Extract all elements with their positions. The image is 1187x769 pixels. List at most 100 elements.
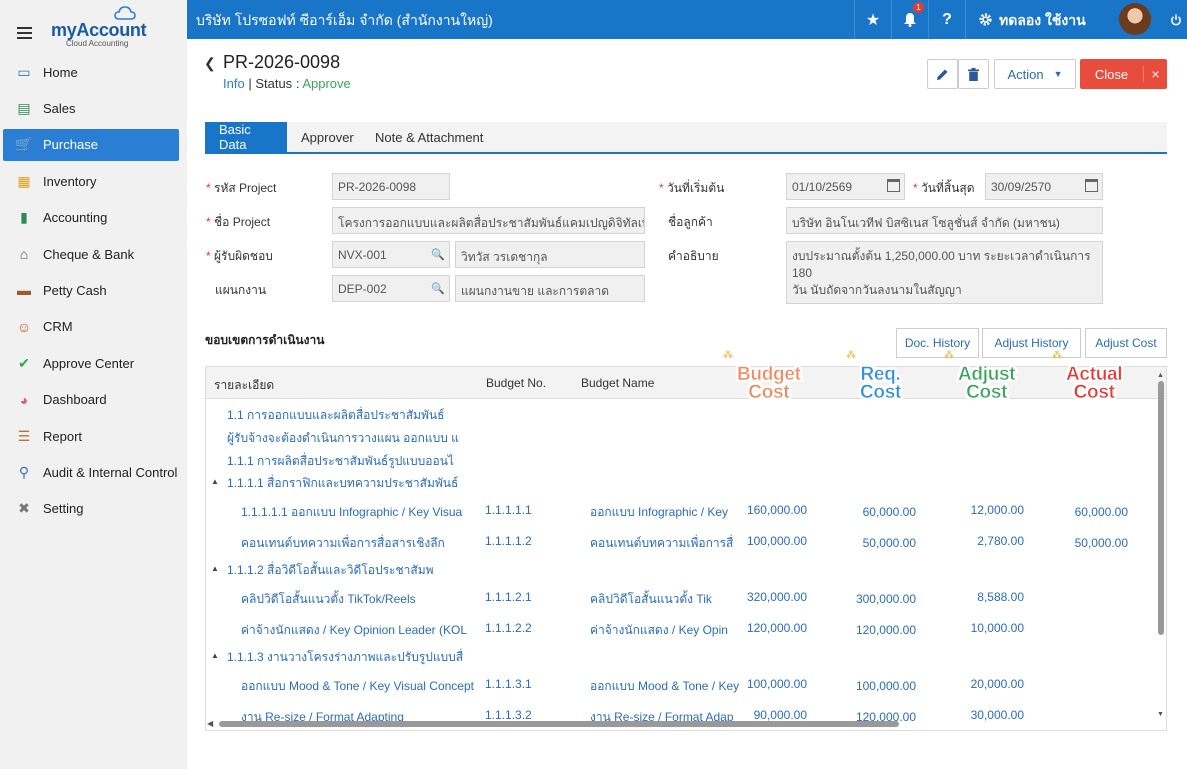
vertical-scrollbar[interactable]: ▲ ▼ <box>1157 372 1165 720</box>
sidebar-item-dashboard[interactable]: ◕ Dashboard <box>3 384 179 416</box>
start-date-field[interactable]: 01/10/2569 <box>786 173 905 200</box>
collapse-triangle-icon[interactable]: ▲ <box>211 477 219 486</box>
row-detail[interactable]: ค่าจ้างนักแสดง / Key Opinion Leader (KOL <box>241 621 467 640</box>
sidebar-item-petty-cash[interactable]: ▬ Petty Cash <box>3 274 179 306</box>
app-root: myAccount Cloud Accounting ▭ Home ▤ Sales 🛒 P… <box>0 0 1187 769</box>
group-row[interactable]: 1.1 การออกแบบและผลิตสื่อประชาสัมพันธ์ <box>227 406 444 425</box>
section-row[interactable]: 1.1.1.1 สื่อกราฟิกและบทความประชาสัมพันธ์ <box>227 474 458 493</box>
row-budget-no: 1.1.1.2.2 <box>485 621 532 635</box>
row-budget-name: คลิปวิดีโอสั้นแนวตั้ง Tik <box>590 592 712 606</box>
tab-approver[interactable]: Approver <box>287 122 368 152</box>
end-date-field[interactable]: 30/09/2570 <box>985 173 1103 200</box>
calendar-icon[interactable] <box>887 179 900 192</box>
favorite-button[interactable]: ★ <box>854 0 891 39</box>
sidebar-item-label: Approve Center <box>43 355 135 371</box>
avatar[interactable] <box>1119 3 1151 35</box>
description-field[interactable]: งบประมาณตั้งต้น 1,250,000.00 บาท ระยะเวล… <box>786 241 1103 304</box>
cash-icon: ▤ <box>17 99 31 116</box>
logout-button[interactable] <box>1165 0 1187 39</box>
row-actual-cost: 50,000.00 <box>1074 536 1128 550</box>
project-code-field[interactable]: PR-2026-0098 <box>332 173 450 200</box>
close-button[interactable]: Close × <box>1080 59 1167 89</box>
sidebar-item-label: Accounting <box>43 210 108 226</box>
customer-field[interactable]: บริษัท อินโนเวทีฟ บิสซิเนส โซลูชั่นส์ จำ… <box>786 207 1103 234</box>
row-budget-no: 1.1.1.1.2 <box>485 534 532 548</box>
edit-button[interactable] <box>927 59 958 89</box>
sidebar-item-setting[interactable]: ✖ Setting <box>3 493 179 525</box>
sidebar-item-inventory[interactable]: ▦ Inventory <box>3 165 179 197</box>
collapse-triangle-icon[interactable]: ▲ <box>211 651 219 660</box>
sidebar-item-home[interactable]: ▭ Home <box>3 56 179 88</box>
owner-name-field[interactable]: วิทวัส วรเดชากุล <box>455 241 645 268</box>
company-name: บริษัท โปรซอฟท์ ซีอาร์เอ็ม จำกัด (สำนักง… <box>196 12 493 28</box>
scroll-up-icon[interactable]: ▲ <box>1157 372 1164 379</box>
scroll-left-icon[interactable]: ◀ <box>207 719 213 728</box>
tab-note-attachment[interactable]: Note & Attachment <box>361 122 497 152</box>
horizontal-scrollbar[interactable]: ◀ <box>207 719 1157 729</box>
logo-area: myAccount Cloud Accounting <box>0 0 187 56</box>
search-icon[interactable]: 🔍 <box>431 248 445 261</box>
sidebar-item-approve-center[interactable]: ✔ Approve Center <box>3 347 179 379</box>
user-name[interactable]: ทดลอง ใช้งาน <box>999 10 1086 32</box>
cloud-icon <box>114 6 136 20</box>
sidebar-item-label: Cheque & Bank <box>43 246 135 262</box>
owner-label: * ผู้รับผิดชอบ <box>206 249 273 263</box>
sidebar-item-cheque-bank[interactable]: ⌂ Cheque & Bank <box>3 238 179 270</box>
close-icon[interactable]: × <box>1143 66 1167 82</box>
owner-code-field[interactable]: NVX-001 🔍 <box>332 241 450 268</box>
start-date-label: * วันที่เริ่มต้น <box>659 181 725 195</box>
sidebar-item-purchase[interactable]: 🛒 Purchase <box>3 128 179 161</box>
row-adjust-cost: 8,588.00 <box>977 590 1024 604</box>
row-req-cost: 50,000.00 <box>862 536 916 550</box>
col-budget-name: Budget Name <box>581 376 655 390</box>
sidebar-item-audit-internal-control[interactable]: ⚲ Audit & Internal Control <box>3 456 179 488</box>
trash-icon <box>968 67 979 81</box>
collapse-triangle-icon[interactable]: ▲ <box>211 564 219 573</box>
row-detail[interactable]: คอนเทนต์บทความเพื่อการสื่อสารเชิงลึก <box>241 534 445 553</box>
action-dropdown[interactable]: Action ▼ <box>994 59 1076 89</box>
hamburger-menu-icon[interactable] <box>17 27 32 39</box>
row-budget-cost: 100,000.00 <box>746 677 807 691</box>
doc-history-button[interactable]: Doc. History <box>896 328 979 358</box>
search-icon[interactable]: 🔍 <box>431 282 445 295</box>
row-detail[interactable]: คลิปวิดีโอสั้นแนวตั้ง TikTok/Reels <box>241 590 416 609</box>
pie-icon: ◕ <box>19 391 29 408</box>
row-budget-cost: 320,000.00 <box>746 590 807 604</box>
project-name-field[interactable]: โครงการออกแบบและผลิตสื่อประชาสัมพันธ์แคม… <box>332 207 645 234</box>
report-icon: ☰ <box>17 427 31 444</box>
delete-button[interactable] <box>958 59 989 89</box>
department-code-field[interactable]: DEP-002 🔍 <box>332 275 450 302</box>
sidebar-item-accounting[interactable]: ▮ Accounting <box>3 202 179 234</box>
horizontal-scroll-thumb[interactable] <box>219 721 899 727</box>
sidebar-item-label: Dashboard <box>43 392 107 408</box>
calendar-icon[interactable] <box>1085 179 1098 192</box>
group-row[interactable]: 1.1.1 การผลิตสื่อประชาสัมพันธ์รูปแบบออนไ <box>227 452 454 471</box>
section-row[interactable]: 1.1.1.2 สื่อวิดีโอสั้นและวิดีโอประชาสัมพ <box>227 561 434 580</box>
back-button[interactable]: ❮ <box>204 55 216 72</box>
row-adjust-cost: 20,000.00 <box>970 677 1024 691</box>
sidebar-item-label: Sales <box>43 100 76 116</box>
sidebar-item-sales[interactable]: ▤ Sales <box>3 92 179 124</box>
scroll-down-icon[interactable]: ▼ <box>1157 711 1164 718</box>
caret-down-icon: ▼ <box>1053 69 1063 79</box>
power-icon <box>1171 14 1181 25</box>
row-budget-no: 1.1.1.2.1 <box>485 590 532 604</box>
group-row[interactable]: ผู้รับจ้างจะต้องดำเนินการวางแผน ออกแบบ แ <box>227 429 459 448</box>
department-name-field[interactable]: แผนกงานขาย และการตลาด <box>455 275 645 302</box>
sidebar-item-report[interactable]: ☰ Report <box>3 420 179 452</box>
help-button[interactable]: ? <box>928 0 965 39</box>
sidebar-item-crm[interactable]: ☺ CRM <box>3 311 179 343</box>
cost-column-title-adjust: Adjust Cost <box>958 364 1016 403</box>
adjust-cost-button[interactable]: Adjust Cost <box>1085 328 1167 358</box>
vertical-scroll-thumb[interactable] <box>1158 381 1164 635</box>
row-detail[interactable]: 1.1.1.1.1 ออกแบบ Infographic / Key Visua <box>241 503 462 522</box>
adjust-history-button[interactable]: Adjust History <box>982 328 1081 358</box>
row-detail[interactable]: ออกแบบ Mood & Tone / Key Visual Concept <box>241 677 474 696</box>
tab-basic-data[interactable]: Basic Data <box>205 122 287 152</box>
info-link[interactable]: Info <box>223 76 245 91</box>
row-adjust-cost: 12,000.00 <box>970 503 1024 517</box>
close-label: Close <box>1094 66 1129 82</box>
document-status-line: Info | Status : Approve <box>223 76 351 91</box>
section-row[interactable]: 1.1.1.3 งานวางโครงร่างภาพและปรับรูปแบบสื… <box>227 648 463 667</box>
row-budget-no: 1.1.1.3.1 <box>485 677 532 691</box>
